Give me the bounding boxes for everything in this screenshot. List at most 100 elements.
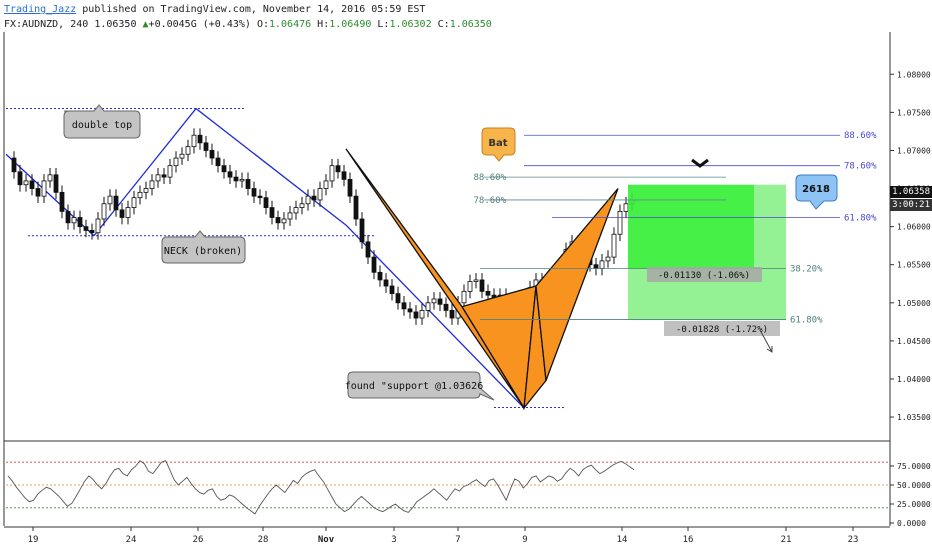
time-tick-label: 26	[193, 535, 204, 545]
time-tick-label: 21	[781, 535, 792, 545]
candle-body	[623, 203, 629, 212]
candle-body	[191, 134, 197, 148]
candle-body	[239, 178, 245, 182]
candle-body	[89, 230, 95, 234]
symbol-text: FX:AUDNZD, 240	[4, 19, 89, 30]
candle-body	[341, 171, 347, 180]
header-line-1: Trading_Jazz published on TradingView.co…	[4, 2, 492, 17]
candle-body	[599, 260, 605, 269]
bat-callout[interactable]: Bat	[481, 127, 516, 162]
measure-box-1[interactable]: -0.01130 (-1.06%)	[647, 267, 762, 282]
fib-bat-label: 88.60%	[473, 173, 506, 183]
candle-body	[29, 180, 35, 189]
candle-body	[77, 217, 83, 228]
published-text: published on TradingView.com, November 1…	[82, 4, 426, 15]
candle-body	[245, 178, 251, 189]
author-link[interactable]: Trading_Jazz	[4, 4, 76, 15]
candle-body	[473, 279, 479, 282]
candle-body	[269, 207, 275, 218]
candle-body	[125, 207, 131, 218]
time-tick-label: 9	[522, 535, 527, 545]
candle-body	[221, 165, 227, 173]
candle-body	[41, 180, 47, 197]
note-2618-callout[interactable]: 2618	[795, 174, 838, 210]
candle-body	[311, 195, 317, 201]
candle-body	[131, 197, 137, 208]
price-tick-label: 1.07000	[897, 146, 931, 155]
fib-target-label: 78.60%	[844, 162, 877, 172]
candle-body	[263, 197, 269, 208]
candle-body	[359, 218, 365, 243]
high-label: H:	[317, 19, 330, 30]
candle-body	[167, 165, 173, 178]
price-tick-label: 1.05500	[897, 261, 931, 270]
double-top-text: double top	[72, 120, 132, 131]
candle-body	[383, 279, 389, 287]
support-callout[interactable]: found "support @1.03626	[345, 371, 495, 401]
candle-body	[107, 195, 113, 205]
time-tick-label: 7	[455, 535, 460, 545]
chart-canvas: 88.60% 78.60% 88.60% 78.60% 61.80% 38.20% 61.8…	[3, 32, 931, 545]
candle-body	[251, 188, 257, 197]
candle-body	[401, 302, 407, 310]
measure-2-text: -0.01828 (-1.72%)	[676, 325, 768, 335]
candle-body	[323, 180, 329, 189]
candle-body	[173, 157, 179, 167]
candle-body	[461, 290, 467, 304]
note-2618-text: 2618	[802, 184, 830, 195]
candle-body	[227, 171, 233, 178]
candle-body	[353, 195, 359, 220]
candle-body	[395, 293, 401, 304]
fib-target-label: 61.80%	[844, 213, 877, 223]
time-tick-label: 16	[683, 535, 694, 545]
candle-body	[209, 150, 215, 159]
time-ticks: 19 24 26 28 Nov 3 7 9 14 16 21 23	[28, 527, 859, 545]
candle-body	[119, 209, 125, 218]
candle-body	[365, 241, 371, 258]
candle-body	[371, 256, 377, 273]
candle-body	[485, 290, 491, 296]
rsi-tick-label: 75.0000	[897, 462, 931, 471]
candle-body	[449, 310, 455, 319]
candle-body	[479, 279, 485, 292]
price-tick-label: 1.04500	[897, 337, 931, 346]
candle-body	[593, 264, 599, 269]
candle-body	[305, 195, 311, 205]
candle-body	[413, 311, 419, 319]
candle-body	[617, 210, 623, 235]
last-price-text: 1.06350	[94, 19, 137, 30]
target-zone-extension	[754, 184, 786, 320]
candle-body	[137, 191, 143, 199]
candle-body	[467, 281, 473, 292]
candle-body	[65, 210, 71, 224]
candle-body	[155, 174, 161, 182]
candle-body	[215, 157, 221, 167]
candle-body	[113, 195, 119, 211]
candle-body	[71, 217, 77, 224]
fib-bat-label: 78.60%	[473, 196, 506, 206]
high-value: 1.06490	[329, 19, 372, 30]
rsi-tick-label: 50.0000	[897, 481, 931, 490]
neck-text: NECK (broken)	[164, 246, 242, 257]
candle-body	[605, 256, 611, 262]
price-tick-label: 1.08000	[897, 70, 931, 79]
time-tick-label: Nov	[318, 535, 335, 545]
candle-body	[275, 217, 281, 224]
candle-body	[53, 174, 59, 193]
header-line-2: FX:AUDNZD, 240 1.06350 ▲+0.0045G (+0.43%…	[4, 17, 492, 32]
fib-target-label: 61.80%	[790, 316, 823, 326]
price-tick-label: 1.04000	[897, 375, 931, 384]
candle-body	[299, 203, 305, 208]
double-top-callout[interactable]: double top	[63, 104, 141, 139]
candle-body	[203, 142, 209, 151]
time-tick-label: 28	[258, 535, 269, 545]
candle-body	[11, 157, 17, 173]
open-label: O:	[256, 19, 269, 30]
target-zone-primary	[628, 184, 754, 269]
candle-body	[257, 195, 263, 199]
candle-body	[179, 153, 185, 159]
time-tick-label: 23	[848, 535, 859, 545]
rsi-tick-label: 0.0000	[897, 519, 926, 528]
price-tick-label: 1.05000	[897, 299, 931, 308]
candle-body	[185, 146, 191, 155]
